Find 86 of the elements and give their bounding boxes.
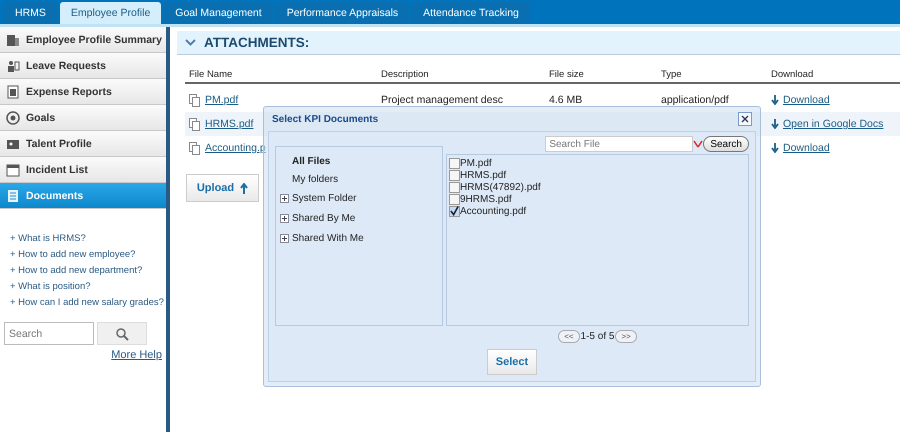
sidebar-item-label: Goals	[26, 112, 56, 124]
help-link[interactable]: + How to add new department?	[10, 265, 166, 276]
section-title: ATTACHMENTS:	[204, 35, 310, 50]
sidebar-item-label: Incident List	[26, 164, 88, 176]
download-link[interactable]: Download	[783, 94, 830, 106]
dialog-title: Select KPI Documents	[272, 114, 378, 124]
page-range: 1-5 of 5	[580, 331, 614, 342]
expand-icon[interactable]	[280, 234, 289, 243]
column-header: File Name	[185, 67, 377, 84]
select-button[interactable]: Select	[487, 349, 537, 375]
sidebar-item[interactable]: Talent Profile	[0, 131, 166, 157]
close-button[interactable]	[738, 112, 752, 126]
people-icon	[6, 58, 20, 72]
search-icon	[115, 326, 129, 340]
close-icon	[741, 115, 749, 123]
file-icon	[189, 142, 201, 154]
file-link[interactable]: Accounting.p	[205, 142, 266, 154]
checkbox[interactable]	[449, 158, 460, 168]
expand-icon[interactable]	[280, 194, 289, 203]
sidebar-item-label: Expense Reports	[26, 86, 112, 98]
sidebar-item-label: Leave Requests	[26, 60, 106, 72]
sidebar-item[interactable]: Expense Reports	[0, 79, 166, 105]
next-page-button[interactable]: >>	[615, 330, 637, 343]
sidebar-item[interactable]: Incident List	[0, 157, 166, 183]
download-arrow-icon	[771, 143, 779, 153]
checkbox[interactable]	[449, 170, 460, 180]
help-link[interactable]: + What is position?	[10, 281, 166, 292]
file-link[interactable]: HRMS.pdf	[205, 118, 254, 130]
sidebar-item-label: Employee Profile Summary	[26, 34, 162, 46]
more-help-link[interactable]: More Help	[111, 349, 162, 361]
folder-item[interactable]: Shared By Me	[280, 209, 442, 228]
sidebar-item-label: Talent Profile	[26, 138, 92, 150]
search-button[interactable]	[97, 322, 147, 345]
nav-tab[interactable]: Attendance Tracking	[412, 2, 530, 24]
previous-page-button[interactable]: <<	[558, 330, 580, 343]
chevron-down-icon[interactable]	[185, 39, 196, 46]
column-header: Description	[377, 67, 545, 84]
file-size-text: 4.6 MB	[549, 94, 582, 106]
column-header: File size	[545, 67, 657, 84]
folder-item[interactable]: Shared With Me	[280, 229, 442, 248]
nav-tab[interactable]: Performance Appraisals	[276, 2, 410, 24]
file-icon	[189, 94, 201, 106]
folder-item[interactable]: All Files	[280, 153, 442, 170]
search-file-field[interactable]: Search File	[545, 136, 694, 152]
checkbox[interactable]	[449, 206, 460, 216]
file-option[interactable]: PM.pdf	[449, 157, 746, 169]
document-icon	[6, 188, 20, 202]
folder-item[interactable]: My folders	[280, 171, 442, 188]
clear-icon[interactable]	[693, 140, 704, 148]
checkbox[interactable]	[449, 182, 460, 192]
file-option[interactable]: HRMS(47892).pdf	[449, 181, 746, 193]
search-button[interactable]: Search	[703, 136, 749, 152]
file-icon	[189, 118, 201, 130]
file-option[interactable]: 9HRMS.pdf	[449, 193, 746, 205]
search-field[interactable]: Search	[4, 322, 94, 345]
target-icon	[6, 110, 20, 124]
help-link[interactable]: + What is HRMS?	[10, 233, 166, 244]
download-arrow-icon	[771, 119, 779, 129]
sidebar-item[interactable]: Leave Requests	[0, 53, 166, 79]
column-header: Download	[767, 67, 900, 84]
help-link[interactable]: + How can I add new salary grades?	[10, 297, 166, 308]
upload-button[interactable]: Upload	[186, 174, 259, 202]
column-header: Type	[657, 67, 767, 84]
download-arrow-icon	[771, 95, 779, 105]
nav-tab[interactable]: Employee Profile	[60, 2, 162, 24]
sidebar-item[interactable]: Goals	[0, 105, 166, 131]
expand-icon[interactable]	[280, 214, 289, 223]
sidebar-item-label: Documents	[26, 190, 84, 202]
help-link[interactable]: + How to add new employee?	[10, 249, 166, 260]
nav-tab[interactable]: Goal Management	[164, 2, 273, 24]
folder-item[interactable]: System Folder	[280, 189, 442, 208]
checkbox[interactable]	[449, 194, 460, 204]
building-icon	[6, 32, 20, 46]
check-icon	[450, 206, 459, 216]
sidebar-item[interactable]: Employee Profile Summary	[0, 27, 166, 53]
description-text: Project management desc	[381, 94, 503, 106]
file-option[interactable]: Accounting.pdf	[449, 205, 746, 217]
download-link[interactable]: Open in Google Docs	[783, 118, 884, 130]
file-link[interactable]: PM.pdf	[205, 94, 238, 106]
clipboard-icon	[6, 84, 20, 98]
file-option[interactable]: HRMS.pdf	[449, 169, 746, 181]
nav-tab[interactable]: HRMS	[4, 2, 57, 24]
calendar-icon	[6, 162, 20, 176]
up-arrow-icon	[240, 182, 248, 194]
download-link[interactable]: Download	[783, 142, 830, 154]
file-type-text: application/pdf	[661, 94, 729, 106]
